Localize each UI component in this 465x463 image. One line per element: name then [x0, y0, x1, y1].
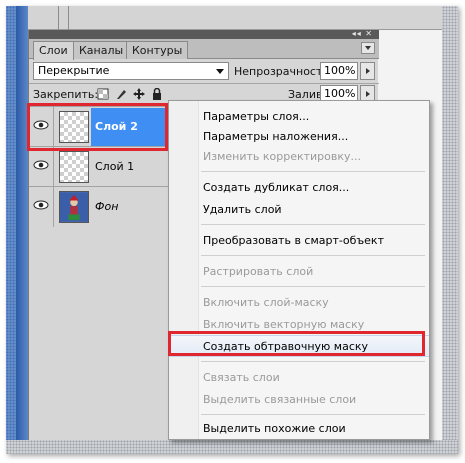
- menu-item-enable-layer-mask[interactable]: Включить слой-маску: [169, 292, 429, 314]
- menu-item-select-linked-layers[interactable]: Выделить связанные слои: [169, 389, 429, 411]
- menu-item-rasterize-layer[interactable]: Растрировать слой: [169, 261, 429, 283]
- blend-mode-select[interactable]: Перекрытие: [33, 62, 229, 80]
- lock-all-icon[interactable]: [151, 88, 163, 100]
- lock-position-icon[interactable]: [133, 88, 145, 100]
- menu-item-layer-properties[interactable]: Параметры слоя...: [169, 106, 429, 128]
- panel-tabs: Слои Каналы Контуры: [29, 39, 379, 60]
- layer-name[interactable]: Фон: [95, 200, 118, 213]
- menu-item-select-similar-layers[interactable]: Выделить похожие слои: [169, 418, 429, 440]
- left-pattern-border: [6, 6, 16, 454]
- opacity-slider-button[interactable]: [360, 62, 375, 80]
- workspace-divider: [58, 6, 59, 30]
- desktop-blue-strip: [16, 6, 28, 446]
- divider: [53, 187, 54, 227]
- workspace-top-area: [28, 6, 442, 30]
- panel-titlebar: ◂◂ ✕: [29, 29, 379, 39]
- right-pattern-border: [442, 6, 458, 454]
- menu-item-duplicate-layer[interactable]: Создать дубликат слоя...: [169, 177, 429, 199]
- menu-separator: [201, 255, 425, 256]
- blend-mode-value: Перекрытие: [38, 64, 110, 77]
- layer-thumbnail: [59, 151, 89, 183]
- menu-item-edit-adjustment[interactable]: Изменить корректировку...: [169, 146, 429, 168]
- annotation-highlight: [168, 331, 425, 356]
- menu-separator: [201, 224, 425, 225]
- tab-paths[interactable]: Контуры: [126, 41, 189, 59]
- tab-channels[interactable]: Каналы: [73, 41, 130, 59]
- layer-context-menu: Параметры слоя... Параметры наложения...…: [168, 100, 430, 440]
- eye-icon[interactable]: [33, 197, 49, 213]
- menu-separator: [201, 171, 425, 172]
- workspace-divider: [68, 6, 69, 30]
- annotation-highlight: [27, 103, 168, 151]
- menu-separator: [201, 414, 425, 415]
- opacity-input[interactable]: 100%: [320, 62, 358, 80]
- menu-item-link-layers[interactable]: Связать слои: [169, 367, 429, 389]
- menu-item-delete-layer[interactable]: Удалить слой: [169, 199, 429, 221]
- collapse-close-icons[interactable]: ◂◂ ✕: [352, 29, 373, 38]
- divider: [29, 83, 379, 84]
- panel-menu-button[interactable]: [361, 42, 375, 54]
- menu-separator: [201, 286, 425, 287]
- lock-pixels-icon[interactable]: [115, 88, 127, 100]
- background-thumbnail-icon: [59, 191, 89, 223]
- tab-layers[interactable]: Слои: [33, 41, 74, 60]
- menu-separator: [201, 361, 425, 362]
- lock-transparency-icon[interactable]: [97, 88, 109, 100]
- layer-name[interactable]: Слой 1: [95, 160, 134, 173]
- menu-item-convert-smart-object[interactable]: Преобразовать в смарт-объект: [169, 230, 429, 252]
- opacity-label: Непрозрачность:: [234, 65, 333, 78]
- menu-item-blending-options[interactable]: Параметры наложения...: [169, 126, 429, 148]
- eye-icon[interactable]: [33, 157, 49, 173]
- bottom-pattern-border: [6, 440, 458, 454]
- divider: [53, 147, 54, 187]
- lock-label: Закрепить:: [33, 88, 99, 101]
- chevron-down-icon: [216, 69, 224, 74]
